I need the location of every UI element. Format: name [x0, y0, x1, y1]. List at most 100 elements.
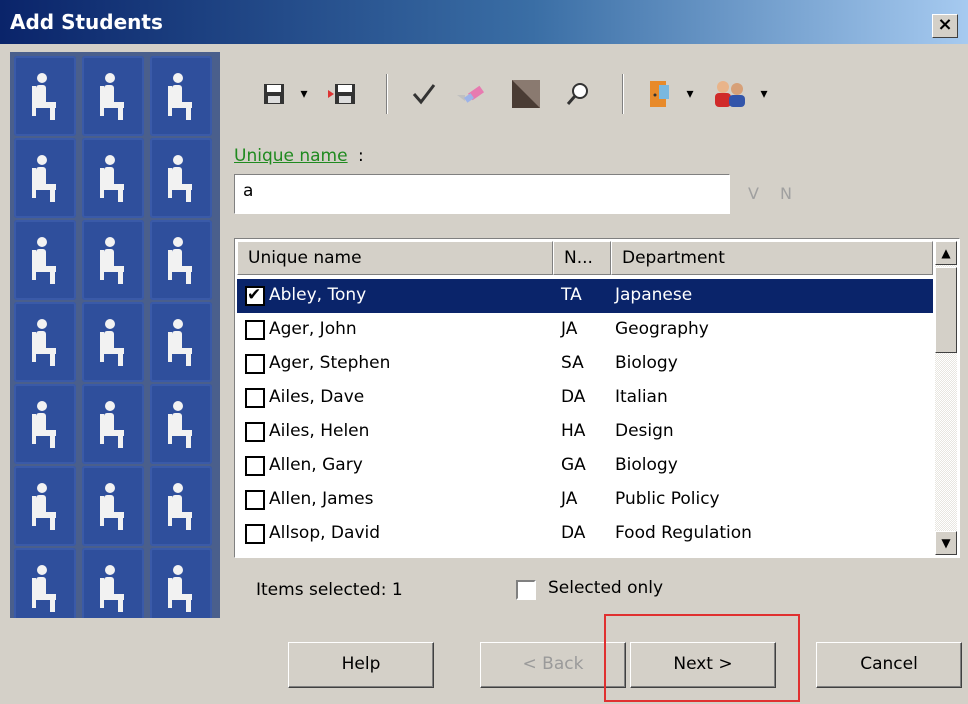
- users-icon[interactable]: [708, 68, 752, 120]
- scroll-down-button[interactable]: ▼: [935, 531, 957, 555]
- table-row[interactable]: Ager, John JA Geography: [237, 313, 933, 347]
- row-initials: HA: [561, 421, 586, 441]
- row-checkbox[interactable]: [245, 388, 265, 408]
- eraser-icon[interactable]: [452, 68, 492, 120]
- graduate-seat-icon: [14, 138, 76, 218]
- row-department: Geography: [615, 319, 709, 339]
- row-name: Ager, Stephen: [269, 353, 391, 373]
- row-name: Allen, Gary: [269, 455, 363, 475]
- row-initials: SA: [561, 353, 584, 373]
- row-checkbox[interactable]: ✔: [245, 285, 265, 306]
- table-row[interactable]: Ager, Stephen SA Biology: [237, 347, 933, 381]
- row-checkbox[interactable]: [245, 490, 265, 510]
- row-name: Ager, John: [269, 319, 357, 339]
- row-name: Abley, Tony: [269, 285, 367, 305]
- graduate-seat-icon: [150, 220, 212, 300]
- graduate-seat-icon: [82, 466, 144, 546]
- title-bar: Add Students ×: [0, 0, 968, 44]
- vn-hint: V N: [748, 184, 800, 203]
- row-department: Biology: [615, 353, 678, 373]
- row-name: Allen, James: [269, 489, 374, 509]
- graduate-seat-icon: [150, 138, 212, 218]
- back-button[interactable]: < Back: [480, 642, 626, 688]
- graduate-seat-icon: [150, 384, 212, 464]
- graduate-seat-icon: [150, 548, 212, 618]
- row-initials: DA: [561, 523, 586, 543]
- row-department: Public Policy: [615, 489, 720, 509]
- toolbar-separator: [622, 74, 624, 114]
- table-row[interactable]: Allen, James JA Public Policy: [237, 483, 933, 517]
- row-department: Food Regulation: [615, 523, 752, 543]
- scroll-thumb[interactable]: [935, 267, 957, 353]
- row-initials: JA: [561, 489, 578, 509]
- row-name: Ailes, Helen: [269, 421, 370, 441]
- door-icon[interactable]: [642, 68, 678, 120]
- window-title: Add Students: [10, 10, 163, 34]
- row-checkbox[interactable]: [245, 354, 265, 374]
- graduate-seat-icon: [14, 384, 76, 464]
- unique-name-label-colon: :: [358, 146, 364, 166]
- selected-only-label[interactable]: Selected only: [548, 578, 663, 598]
- vertical-scrollbar[interactable]: ▲ ▼: [935, 241, 957, 555]
- scroll-up-button[interactable]: ▲: [935, 241, 957, 265]
- unique-name-label[interactable]: Unique name: [234, 146, 348, 166]
- cancel-button[interactable]: Cancel: [816, 642, 962, 688]
- check-icon[interactable]: [406, 68, 442, 120]
- unique-name-input[interactable]: a: [234, 174, 730, 214]
- next-button[interactable]: Next >: [630, 642, 776, 688]
- row-checkbox[interactable]: [245, 422, 265, 442]
- row-checkbox[interactable]: [245, 524, 265, 544]
- table-row[interactable]: ✔ Abley, Tony TA Japanese: [237, 279, 933, 313]
- search-icon[interactable]: [560, 68, 596, 120]
- column-header-unique-name[interactable]: Unique name: [237, 241, 553, 275]
- graduate-seat-icon: [82, 384, 144, 464]
- save-icon[interactable]: [256, 68, 292, 120]
- row-initials: DA: [561, 387, 586, 407]
- graduate-seat-icon: [14, 220, 76, 300]
- graduate-seat-icon: [14, 548, 76, 618]
- row-checkbox[interactable]: [245, 320, 265, 340]
- table-row[interactable]: Allsop, David DA Food Regulation: [237, 517, 933, 551]
- table-row[interactable]: Ailes, Dave DA Italian: [237, 381, 933, 415]
- column-header-department[interactable]: Department: [611, 241, 933, 275]
- selected-only-checkbox[interactable]: [516, 580, 536, 600]
- list-header: Unique name N... Department: [237, 241, 933, 275]
- graduate-seat-icon: [150, 56, 212, 136]
- students-list[interactable]: Unique name N... Department ✔ Abley, Tony…: [234, 238, 960, 558]
- row-department: Design: [615, 421, 674, 441]
- graduate-seat-icon: [82, 302, 144, 382]
- graduate-seat-icon: [82, 138, 144, 218]
- save-as-icon[interactable]: [322, 68, 362, 120]
- graduate-seat-icon: [82, 56, 144, 136]
- wizard-side-image: [10, 52, 220, 618]
- row-name: Allsop, David: [269, 523, 381, 543]
- close-button[interactable]: ×: [932, 14, 958, 38]
- row-department: Biology: [615, 455, 678, 475]
- save-dropdown-icon[interactable]: ▾: [296, 68, 312, 120]
- graduate-seat-icon: [150, 302, 212, 382]
- row-initials: TA: [561, 285, 582, 305]
- graduate-seat-icon: [150, 466, 212, 546]
- row-checkbox[interactable]: [245, 456, 265, 476]
- toolbar-separator: [386, 74, 388, 114]
- row-initials: GA: [561, 455, 586, 475]
- row-initials: JA: [561, 319, 578, 339]
- column-header-initials[interactable]: N...: [553, 241, 611, 275]
- checkmark-icon: ✔: [247, 285, 262, 305]
- users-dropdown-icon[interactable]: ▾: [756, 68, 772, 120]
- triangle-icon[interactable]: [506, 68, 546, 120]
- graduate-seat-icon: [82, 220, 144, 300]
- table-row[interactable]: Ailes, Helen HA Design: [237, 415, 933, 449]
- graduate-seat-icon: [14, 466, 76, 546]
- add-students-dialog: Add Students × ▾ ▾ ▾ Unique name: a V N…: [0, 0, 968, 704]
- graduate-seat-icon: [14, 302, 76, 382]
- items-selected-text: Items selected: 1: [256, 580, 403, 600]
- row-name: Ailes, Dave: [269, 387, 365, 407]
- graduate-seat-icon: [14, 56, 76, 136]
- help-button[interactable]: Help: [288, 642, 434, 688]
- graduate-seat-icon: [82, 548, 144, 618]
- door-dropdown-icon[interactable]: ▾: [682, 68, 698, 120]
- table-row[interactable]: Allen, Gary GA Biology: [237, 449, 933, 483]
- row-department: Italian: [615, 387, 668, 407]
- row-department: Japanese: [615, 285, 693, 305]
